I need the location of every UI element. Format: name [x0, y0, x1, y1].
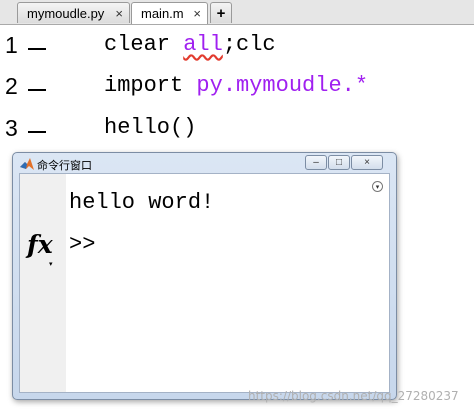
- close-tab-icon[interactable]: ×: [193, 6, 201, 21]
- code-plain: ;clc: [222, 32, 276, 57]
- code-line[interactable]: 2 import py.mymoudle.*: [0, 73, 474, 109]
- command-output: hello word!: [69, 190, 215, 215]
- code-keyword: all: [183, 32, 223, 57]
- command-prompt[interactable]: >>: [69, 232, 95, 257]
- window-actions-menu-icon[interactable]: ▾: [372, 181, 383, 192]
- close-tab-icon[interactable]: ×: [115, 6, 123, 21]
- matlab-logo-icon: [20, 158, 34, 170]
- command-window-body[interactable]: fx ▾ hello word! >> ▾: [19, 173, 390, 393]
- code-text: hello(): [104, 115, 196, 140]
- close-window-button[interactable]: ×: [351, 155, 383, 170]
- code-keyword: py.mymoudle.*: [196, 73, 369, 98]
- code-text: import py.mymoudle.*: [104, 73, 368, 98]
- line-number: 2: [5, 73, 18, 99]
- line-number: 3: [5, 115, 18, 141]
- code-plain: clear: [104, 32, 184, 57]
- line-marker: [28, 89, 46, 91]
- tab-label: main.m: [141, 6, 184, 21]
- line-marker: [28, 48, 46, 50]
- function-browser-icon[interactable]: fx: [27, 230, 53, 259]
- line-marker: [28, 131, 46, 133]
- add-tab-button[interactable]: +: [210, 2, 232, 23]
- minimize-button[interactable]: –: [305, 155, 327, 170]
- watermark: https://blog.csdn.net/qq_27280237: [248, 389, 459, 403]
- function-rail: [20, 174, 66, 392]
- command-window[interactable]: 命令行窗口 – □ × fx ▾ hello word! >> ▾: [12, 152, 397, 400]
- line-number: 1: [5, 32, 18, 58]
- tab-label: mymoudle.py: [27, 5, 105, 21]
- maximize-button[interactable]: □: [328, 155, 350, 170]
- code-plain: import: [104, 73, 197, 98]
- command-window-title: 命令行窗口: [37, 159, 92, 172]
- function-browser-dropdown-icon[interactable]: ▾: [49, 260, 53, 268]
- code-text: clear all;clc: [104, 32, 276, 57]
- editor-tab-bar: mymoudle.py × main.m × +: [0, 0, 474, 25]
- code-line[interactable]: 3 hello(): [0, 115, 474, 151]
- code-line[interactable]: 1 clear all;clc: [0, 32, 474, 68]
- tab-main-m[interactable]: main.m ×: [131, 2, 208, 24]
- code-plain: hello(): [104, 115, 197, 140]
- tab-mymoudle-py[interactable]: mymoudle.py ×: [17, 2, 130, 23]
